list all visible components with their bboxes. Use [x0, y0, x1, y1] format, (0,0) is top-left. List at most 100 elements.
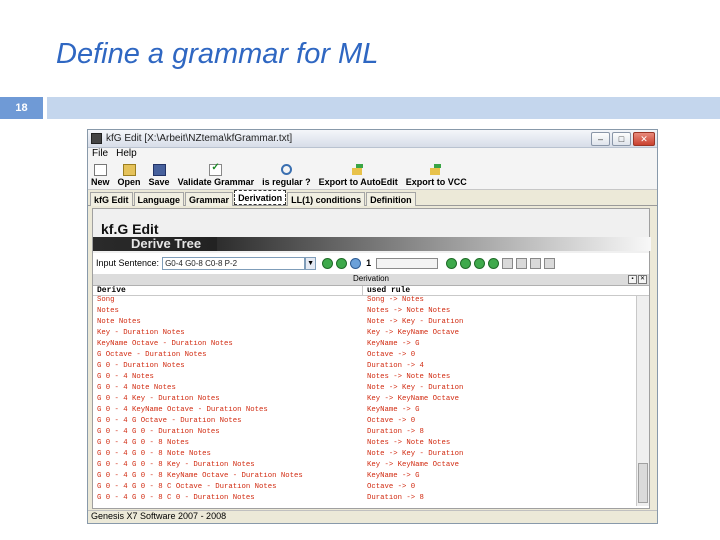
- export-vcc-button[interactable]: Export to VCC: [406, 164, 467, 187]
- minus-icon[interactable]: [446, 257, 458, 269]
- derive-cell: Notes: [97, 307, 119, 315]
- rule-cell: Octave -> 0: [367, 417, 416, 425]
- magnifier-icon: [280, 164, 293, 176]
- open-button[interactable]: Open: [118, 164, 141, 187]
- derivation-rows: Song Song -> Notes Notes Notes -> Note Note…: [93, 296, 649, 505]
- maximize-button[interactable]: □: [612, 131, 631, 146]
- rule-cell: KeyName -> G: [367, 340, 420, 348]
- print-icon[interactable]: [544, 257, 556, 269]
- app-window: kfG Edit [X:\Arbeit\NZtema\kfGrammar.txt…: [87, 129, 658, 524]
- table-row[interactable]: G 0 - 4 Note Notes Note -> Key - Duration: [93, 384, 649, 395]
- table-row[interactable]: G 0 - 4 G Octave - Duration Notes Octave …: [93, 417, 649, 428]
- table-row[interactable]: Notes Notes -> Note Notes: [93, 307, 649, 318]
- table-row[interactable]: G 0 - 4 Notes Notes -> Note Notes: [93, 373, 649, 384]
- derive-cell: G 0 - 4 G 0 - 8 KeyName Octave - Duratio…: [97, 472, 303, 480]
- banner-subtitle: Derive Tree: [131, 236, 202, 251]
- app-icon: [91, 133, 102, 144]
- derive-cell: G 0 - 4 G 0 - Duration Notes: [97, 428, 220, 436]
- save-button[interactable]: Save: [149, 164, 170, 187]
- rule-cell: Notes -> Note Notes: [367, 373, 451, 381]
- derive-cell: Key - Duration Notes: [97, 329, 185, 337]
- derive-cell: Song: [97, 296, 115, 304]
- disk-icon: [152, 164, 166, 176]
- col-derive[interactable]: Derive: [93, 286, 363, 295]
- tab-definition[interactable]: Definition: [366, 192, 416, 206]
- play-icon[interactable]: [322, 257, 334, 269]
- input-sentence-field[interactable]: [162, 256, 306, 270]
- tab-language[interactable]: Language: [133, 192, 185, 206]
- table-row[interactable]: G 0 - 4 G 0 - 8 Note Notes Note -> Key - …: [93, 450, 649, 461]
- is-regular-button[interactable]: is regular ?: [262, 164, 311, 187]
- table-row[interactable]: G 0 - Duration Notes Duration -> 4: [93, 362, 649, 373]
- input-label: Input Sentence:: [96, 258, 160, 268]
- rule-cell: Octave -> 0: [367, 483, 416, 491]
- table-row[interactable]: G 0 - 4 G 0 - 8 C 0 - Duration Notes Dura…: [93, 494, 649, 505]
- copy-icon[interactable]: [530, 257, 542, 269]
- tab-ll1-conditions[interactable]: LL(1) conditions: [287, 192, 366, 206]
- table-row[interactable]: KeyName Octave - Duration Notes KeyName -…: [93, 340, 649, 351]
- derive-cell: G 0 - 4 G 0 - 8 C Octave - Duration Note…: [97, 483, 277, 491]
- table-row[interactable]: G Octave - Duration Notes Octave -> 0: [93, 351, 649, 362]
- derive-cell: G 0 - 4 G 0 - 8 Note Notes: [97, 450, 211, 458]
- rule-cell: Duration -> 8: [367, 428, 424, 436]
- export-icon[interactable]: [516, 257, 528, 269]
- derive-cell: G 0 - 4 G 0 - 8 Key - Duration Notes: [97, 461, 255, 469]
- col-used-rule[interactable]: used rule: [363, 286, 623, 295]
- derive-cell: G 0 - 4 KeyName Octave - Duration Notes: [97, 406, 268, 414]
- derive-cell: G Octave - Duration Notes: [97, 351, 207, 359]
- export-icon: [351, 164, 365, 176]
- stop-icon[interactable]: [488, 257, 500, 269]
- rule-cell: Key -> KeyName Octave: [367, 329, 459, 337]
- derive-cell: Note Notes: [97, 318, 141, 326]
- tab-derivation[interactable]: Derivation: [234, 190, 287, 205]
- step-slider[interactable]: [376, 257, 439, 269]
- grid-icon[interactable]: [502, 257, 514, 269]
- checkmark-icon: [209, 162, 223, 176]
- page-number: 18: [0, 97, 43, 119]
- chevron-down-icon[interactable]: ▼: [305, 256, 317, 270]
- rule-cell: Note -> Key - Duration: [367, 384, 464, 392]
- step-icon[interactable]: [336, 257, 348, 269]
- window-titlebar[interactable]: kfG Edit [X:\Arbeit\NZtema\kfGrammar.txt…: [88, 130, 657, 148]
- derivation-panel: kf.G Edit Derive Tree Input Sentence: ▼ …: [92, 208, 651, 509]
- table-row[interactable]: Song Song -> Notes: [93, 296, 649, 307]
- brand-logo: kf.G Edit: [101, 221, 159, 237]
- table-row[interactable]: G 0 - 4 G 0 - 8 Notes Notes -> Note Notes: [93, 439, 649, 450]
- rule-cell: Octave -> 0: [367, 351, 416, 359]
- table-row[interactable]: G 0 - 4 G 0 - 8 C Octave - Duration Note…: [93, 483, 649, 494]
- rule-cell: Key -> KeyName Octave: [367, 395, 459, 403]
- menu-file[interactable]: File: [92, 148, 108, 162]
- table-row[interactable]: G 0 - 4 G 0 - 8 Key - Duration Notes Key …: [93, 461, 649, 472]
- close-button[interactable]: ✕: [633, 131, 655, 146]
- table-row[interactable]: G 0 - 4 G 0 - Duration Notes Duration -> …: [93, 428, 649, 439]
- export-autoedit-button[interactable]: Export to AutoEdit: [319, 164, 398, 187]
- derivation-header: Derivation ▪ ✕: [93, 274, 649, 286]
- tab-grammar[interactable]: Grammar: [185, 192, 234, 206]
- validate-grammar-button[interactable]: Validate Grammar: [178, 162, 255, 187]
- forward-icon[interactable]: [474, 257, 486, 269]
- close-icon[interactable]: ✕: [638, 275, 647, 284]
- vertical-scrollbar[interactable]: [636, 296, 649, 506]
- window-title: kfG Edit [X:\Arbeit\NZtema\kfGrammar.txt…: [106, 133, 293, 144]
- restore-icon[interactable]: ▪: [628, 275, 637, 284]
- menu-help[interactable]: Help: [116, 148, 137, 162]
- step-counter: 1: [366, 258, 372, 268]
- derive-cell: G 0 - 4 Notes: [97, 373, 154, 381]
- derive-cell: G 0 - 4 G 0 - 8 C 0 - Duration Notes: [97, 494, 255, 502]
- table-row[interactable]: G 0 - 4 G 0 - 8 KeyName Octave - Duratio…: [93, 472, 649, 483]
- table-row[interactable]: G 0 - 4 Key - Duration Notes Key -> KeyNa…: [93, 395, 649, 406]
- derive-cell: G 0 - 4 Key - Duration Notes: [97, 395, 220, 403]
- tab-kfg-edit[interactable]: kfG Edit: [90, 192, 133, 206]
- rule-cell: Duration -> 8: [367, 494, 424, 502]
- new-button[interactable]: New: [91, 164, 110, 187]
- tree-icon[interactable]: [350, 257, 362, 269]
- table-row[interactable]: G 0 - 4 KeyName Octave - Duration Notes K…: [93, 406, 649, 417]
- table-row[interactable]: Key - Duration Notes Key -> KeyName Octav…: [93, 329, 649, 340]
- toolbar: New Open Save Validate Grammar is regula…: [88, 162, 657, 190]
- folder-icon: [122, 164, 136, 176]
- minimize-button[interactable]: –: [591, 131, 610, 146]
- rule-cell: Note -> Key - Duration: [367, 318, 464, 326]
- back-icon[interactable]: [460, 257, 472, 269]
- scroll-thumb[interactable]: [638, 463, 648, 503]
- table-row[interactable]: Note Notes Note -> Key - Duration: [93, 318, 649, 329]
